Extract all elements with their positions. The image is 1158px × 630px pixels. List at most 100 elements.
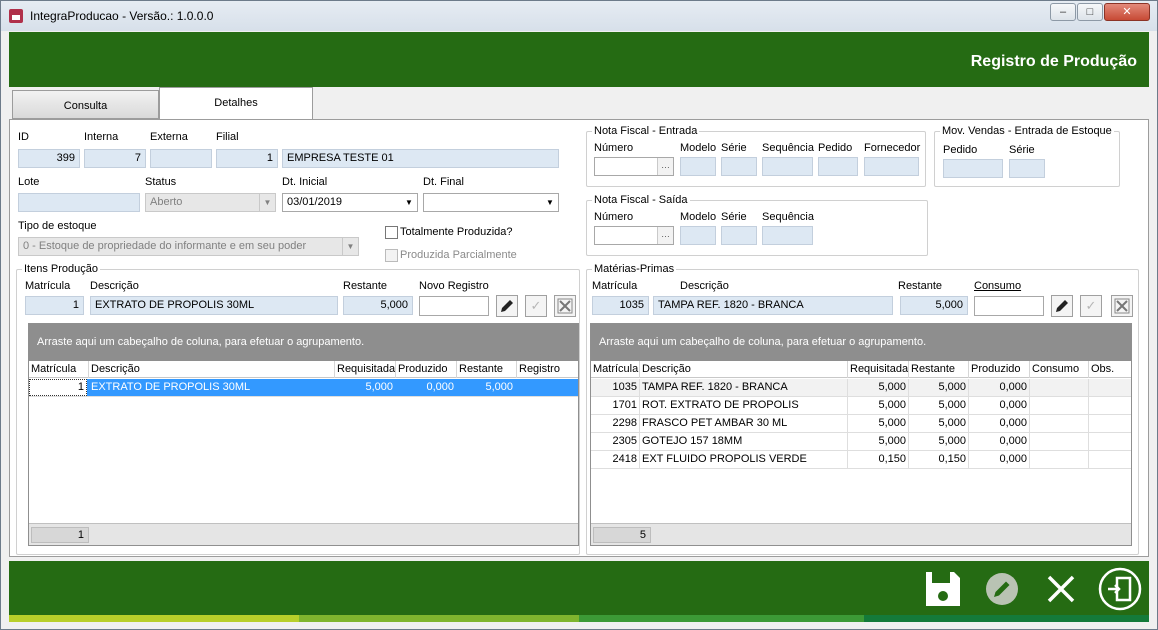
nf-entrada-numero-field[interactable]: … (594, 157, 674, 176)
table-row[interactable]: 2298 FRASCO PET AMBAR 30 ML 5,000 5,000 0,00… (591, 415, 1131, 433)
row-descricao: EXTRATO DE PROPOLIS 30ML (91, 381, 251, 393)
itens-col-descricao[interactable]: Descrição (91, 363, 140, 375)
row-produzido: 0,000 (999, 417, 1027, 429)
itens-matricula-label: Matrícula (25, 280, 71, 292)
materias-count: 5 (593, 527, 651, 543)
mp-restante-field[interactable]: 5,000 (900, 296, 968, 315)
save-button[interactable] (922, 568, 964, 610)
table-row[interactable]: 1 EXTRATO DE PROPOLIS 30ML 5,000 0,000 5… (29, 379, 578, 397)
filial-name-field[interactable]: EMPRESA TESTE 01 (282, 149, 559, 168)
itens-col-registro[interactable]: Registro (519, 363, 560, 375)
itens-col-matricula[interactable]: Matrícula (31, 363, 76, 375)
mov-vendas-serie-field[interactable] (1009, 159, 1045, 178)
cancel-material-button[interactable] (1111, 295, 1133, 317)
mp-matricula-field[interactable]: 1035 (592, 296, 649, 315)
nf-entrada-serie-field[interactable] (721, 157, 757, 176)
nf-entrada-serie-label: Série (721, 142, 747, 154)
nf-saida-title: Nota Fiscal - Saída (592, 194, 690, 206)
nf-saida-numero-field[interactable]: … (594, 226, 674, 245)
itens-col-restante[interactable]: Restante (459, 363, 503, 375)
itens-producao-group: Itens Produção Matrícula Descrição Resta… (16, 263, 580, 555)
confirm-item-button[interactable]: ✓ (525, 295, 547, 317)
row-descricao: TAMPA REF. 1820 - BRANCA (642, 381, 788, 393)
dt-final-label: Dt. Final (423, 176, 464, 188)
minimize-button[interactable]: – (1050, 3, 1076, 21)
itens-descricao-label: Descrição (90, 280, 139, 292)
totalmente-produzida-label: Totalmente Produzida? (400, 226, 513, 238)
mov-vendas-pedido-field[interactable] (943, 159, 1003, 178)
row-descricao: EXT FLUIDO PROPOLIS VERDE (642, 453, 807, 465)
cancel-icon (1114, 298, 1130, 314)
dt-inicial-picker[interactable]: 03/01/2019 ▼ (282, 193, 418, 212)
status-select[interactable]: Aberto ▼ (145, 193, 276, 212)
cancel-item-button[interactable] (554, 295, 576, 317)
ellipsis-icon[interactable]: … (657, 158, 673, 175)
table-row[interactable]: 1701 ROT. EXTRATO DE PROPOLIS 5,000 5,000 0,… (591, 397, 1131, 415)
table-row[interactable]: 2305 GOTEJO 157 18MM 5,000 5,000 0,000 (591, 433, 1131, 451)
row-matricula: 2298 (612, 417, 637, 429)
dt-final-picker[interactable]: ▼ (423, 193, 559, 212)
tipo-estoque-select[interactable]: 0 - Estoque de propriedade do informante… (18, 237, 359, 256)
row-produzido: 0,000 (999, 435, 1027, 447)
novo-registro-input[interactable] (419, 296, 489, 316)
itens-descricao-field[interactable]: EXTRATO DE PROPOLIS 30ML (90, 296, 338, 315)
nf-entrada-sequencia-label: Sequência (762, 142, 814, 154)
materias-group-by-panel[interactable]: Arraste aqui um cabeçalho de coluna, par… (591, 324, 1131, 361)
exit-button[interactable] (1097, 566, 1143, 612)
nf-saida-serie-field[interactable] (721, 226, 757, 245)
row-matricula: 2418 (612, 453, 637, 465)
itens-restante-field[interactable]: 5,000 (343, 296, 413, 315)
mp-col-consumo[interactable]: Consumo (1032, 363, 1079, 375)
itens-col-requisitada[interactable]: Requisitada (337, 363, 395, 375)
mp-col-requisitada[interactable]: Requisitada (850, 363, 908, 375)
interna-field[interactable]: 7 (84, 149, 146, 168)
maximize-button[interactable]: □ (1077, 3, 1103, 21)
header-banner: Registro de Produção (9, 32, 1149, 87)
mp-descricao-field[interactable]: TAMPA REF. 1820 - BRANCA (653, 296, 893, 315)
totalmente-produzida-checkbox[interactable] (385, 226, 398, 239)
nf-entrada-fornecedor-field[interactable] (864, 157, 919, 176)
table-row[interactable]: 2418 EXT FLUIDO PROPOLIS VERDE 0,150 0,150 0… (591, 451, 1131, 469)
mp-col-obs[interactable]: Obs. (1091, 363, 1114, 375)
nf-entrada-sequencia-field[interactable] (762, 157, 813, 176)
mp-col-matricula[interactable]: Matrícula (593, 363, 638, 375)
nf-entrada-modelo-field[interactable] (680, 157, 716, 176)
materias-primas-title: Matérias-Primas (592, 263, 677, 275)
row-matricula: 1 (29, 379, 87, 396)
check-icon: ✓ (1085, 298, 1097, 313)
nf-entrada-pedido-field[interactable] (818, 157, 858, 176)
itens-restante-label: Restante (343, 280, 388, 292)
nf-saida-sequencia-field[interactable] (762, 226, 813, 245)
edit-item-button[interactable] (496, 295, 518, 317)
externa-label: Externa (150, 131, 188, 143)
edit-material-button[interactable] (1051, 295, 1073, 317)
itens-group-by-panel[interactable]: Arraste aqui um cabeçalho de coluna, par… (29, 324, 578, 361)
ellipsis-icon[interactable]: … (657, 227, 673, 244)
itens-col-produzido[interactable]: Produzido (398, 363, 448, 375)
status-label: Status (145, 176, 177, 188)
tab-consulta[interactable]: Consulta (12, 90, 159, 119)
nf-saida-modelo-field[interactable] (680, 226, 716, 245)
row-descricao: ROT. EXTRATO DE PROPOLIS (642, 399, 799, 411)
id-field[interactable]: 399 (18, 149, 80, 168)
produzida-parcialmente-checkbox[interactable] (385, 249, 398, 262)
externa-field[interactable] (150, 149, 212, 168)
tab-detalhes[interactable]: Detalhes (159, 87, 313, 120)
lote-field[interactable] (18, 193, 140, 212)
mp-col-descricao[interactable]: Descrição (642, 363, 691, 375)
edit-button[interactable] (981, 568, 1023, 610)
cancel-button[interactable] (1040, 568, 1082, 610)
mp-col-restante[interactable]: Restante (911, 363, 955, 375)
confirm-material-button[interactable]: ✓ (1080, 295, 1102, 317)
pencil-icon (501, 300, 513, 312)
close-window-button[interactable]: ✕ (1104, 3, 1150, 21)
nf-saida-serie-label: Série (721, 211, 747, 223)
itens-footer: 1 (29, 523, 578, 545)
consumo-input[interactable] (974, 296, 1044, 316)
table-row[interactable]: 1035 TAMPA REF. 1820 - BRANCA 5,000 5,000 0,… (591, 379, 1131, 397)
filial-code-field[interactable]: 1 (216, 149, 278, 168)
nf-saida-sequencia-label: Sequência (762, 211, 814, 223)
itens-matricula-field[interactable]: 1 (25, 296, 84, 315)
mp-col-produzido[interactable]: Produzido (971, 363, 1021, 375)
row-descricao: GOTEJO 157 18MM (642, 435, 743, 447)
